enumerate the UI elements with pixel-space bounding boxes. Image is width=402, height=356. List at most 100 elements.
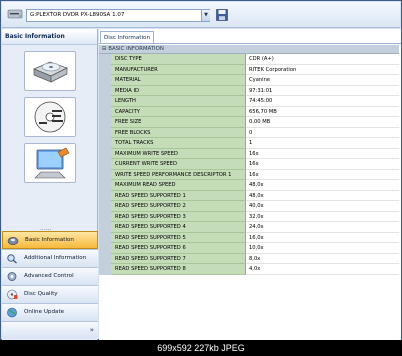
property-value: 97:31:01 — [246, 85, 399, 96]
pc-tools-icon — [34, 147, 70, 179]
tab-divider — [99, 43, 401, 44]
property-key: MANUFACTURER — [111, 64, 246, 75]
pc-tools-button[interactable] — [24, 143, 76, 183]
table-row[interactable]: CAPACITY 656,70 MB — [99, 106, 399, 117]
drive-select[interactable]: G:PLEXTOR DVDR PX-L890SA 1.07 — [26, 9, 210, 22]
table-row[interactable]: LENGTH 74:45:00 — [99, 96, 399, 107]
property-key: FREE SIZE — [111, 117, 246, 128]
disc-quality-icon — [7, 289, 18, 300]
property-key: READ SPEED SUPPORTED 2 — [111, 201, 246, 212]
disc-label-button[interactable] — [24, 97, 76, 137]
disc-drive-icon — [33, 61, 68, 83]
property-value: 0 — [246, 127, 399, 138]
drive-icon — [7, 9, 23, 19]
property-key: MAXIMUM READ SPEED — [111, 180, 246, 191]
table-row[interactable]: READ SPEED SUPPORTED 3 32,0x — [99, 211, 399, 222]
nav-label: Additional Information — [24, 255, 87, 261]
property-value: 1 — [246, 138, 399, 149]
property-key: MEDIA ID — [111, 85, 246, 96]
table-row[interactable]: READ SPEED SUPPORTED 1 48,0x — [99, 190, 399, 201]
property-grid: ⊟ BASIC INFORMATION DISC TYPE CDR (A+) MAN… — [99, 45, 399, 339]
table-row[interactable]: READ SPEED SUPPORTED 6 10,0x — [99, 243, 399, 254]
property-key: READ SPEED SUPPORTED 8 — [111, 264, 246, 275]
chevron-right-icon[interactable]: » — [90, 326, 94, 334]
property-key: TOTAL TRACKS — [111, 138, 246, 149]
property-value: 32,0x — [246, 211, 399, 222]
row-gutter — [99, 117, 111, 128]
gear-icon — [7, 272, 17, 281]
property-key: READ SPEED SUPPORTED 3 — [111, 211, 246, 222]
property-value: 48,0x — [246, 190, 399, 201]
nav-label: Disc Quality — [24, 291, 58, 297]
property-key: CURRENT WRITE SPEED — [111, 159, 246, 170]
search-icon — [7, 254, 17, 264]
property-rows: DISC TYPE CDR (A+) MANUFACTURER RITEK Corpo… — [99, 54, 399, 275]
table-row[interactable]: WRITE SPEED PERFORMANCE DESCRIPTOR 1 16x — [99, 169, 399, 180]
row-gutter — [99, 253, 111, 264]
row-gutter — [99, 243, 111, 254]
table-row[interactable]: MATERIAL Cyanine — [99, 75, 399, 86]
table-row[interactable]: READ SPEED SUPPORTED 5 16,0x — [99, 232, 399, 243]
table-row[interactable]: FREE SIZE 0,00 MB — [99, 117, 399, 128]
table-row[interactable]: MAXIMUM WRITE SPEED 16x — [99, 148, 399, 159]
row-gutter — [99, 148, 111, 159]
row-gutter — [99, 138, 111, 149]
property-key: MAXIMUM WRITE SPEED — [111, 148, 246, 159]
table-row[interactable]: MAXIMUM READ SPEED 48,0x — [99, 180, 399, 191]
collapse-icon[interactable]: ⊟ — [102, 46, 107, 52]
row-gutter — [99, 159, 111, 170]
table-row[interactable]: READ SPEED SUPPORTED 7 8,0x — [99, 253, 399, 264]
nav-item-basic-information[interactable]: Basic Information — [2, 231, 98, 249]
row-gutter — [99, 64, 111, 75]
chevron-down-icon[interactable]: ▼ — [201, 10, 210, 21]
property-key: READ SPEED SUPPORTED 7 — [111, 253, 246, 264]
property-value: RITEK Corporation — [246, 64, 399, 75]
nav-label: Online Update — [24, 309, 65, 315]
table-row[interactable]: FREE BLOCKS 0 — [99, 127, 399, 138]
property-value: CDR (A+) — [246, 54, 399, 65]
nav-list: Basic Information Additional Information… — [2, 231, 98, 339]
nav-more[interactable]: » — [2, 321, 98, 339]
table-row[interactable]: READ SPEED SUPPORTED 4 24,0x — [99, 222, 399, 233]
row-gutter — [99, 75, 111, 86]
nav-item-advanced-control[interactable]: Advanced Control — [2, 267, 98, 285]
property-value: 8,0x — [246, 253, 399, 264]
table-row[interactable]: DISC TYPE CDR (A+) — [99, 54, 399, 65]
property-key: READ SPEED SUPPORTED 4 — [111, 222, 246, 233]
nav-item-disc-quality[interactable]: Disc Quality — [2, 285, 98, 303]
nav-item-additional-information[interactable]: Additional Information — [2, 249, 98, 267]
property-value: 4,0x — [246, 264, 399, 275]
property-key: CAPACITY — [111, 106, 246, 117]
property-key: READ SPEED SUPPORTED 1 — [111, 190, 246, 201]
property-value: Cyanine — [246, 75, 399, 86]
row-gutter — [99, 169, 111, 180]
globe-icon — [7, 307, 17, 318]
nav-label: Basic Information — [25, 237, 74, 243]
left-panel-title: Basic Information — [2, 29, 97, 45]
row-gutter — [99, 201, 111, 212]
property-value: 10,0x — [246, 243, 399, 254]
nav-item-online-update[interactable]: Online Update — [2, 303, 98, 321]
row-gutter — [99, 85, 111, 96]
table-row[interactable]: TOTAL TRACKS 1 — [99, 138, 399, 149]
row-gutter — [99, 96, 111, 107]
row-gutter — [99, 127, 111, 138]
row-gutter — [99, 180, 111, 191]
table-row[interactable]: MANUFACTURER RITEK Corporation — [99, 64, 399, 75]
disc-drive-button[interactable] — [24, 51, 76, 91]
save-icon[interactable] — [216, 9, 228, 21]
property-value: 0,00 MB — [246, 117, 399, 128]
table-row[interactable]: MEDIA ID 97:31:01 — [99, 85, 399, 96]
row-gutter — [99, 264, 111, 275]
table-row[interactable]: CURRENT WRITE SPEED 16x — [99, 159, 399, 170]
property-value: 40,0x — [246, 201, 399, 212]
property-key: DISC TYPE — [111, 54, 246, 65]
property-key: READ SPEED SUPPORTED 5 — [111, 232, 246, 243]
row-gutter — [99, 106, 111, 117]
table-row[interactable]: READ SPEED SUPPORTED 8 4,0x — [99, 264, 399, 275]
nav-label: Advanced Control — [24, 273, 74, 279]
section-header[interactable]: ⊟ BASIC INFORMATION — [99, 45, 399, 54]
property-key: FREE BLOCKS — [111, 127, 246, 138]
table-row[interactable]: READ SPEED SUPPORTED 2 40,0x — [99, 201, 399, 212]
toolbar: G:PLEXTOR DVDR PX-L890SA 1.07 ▼ — [2, 2, 400, 28]
